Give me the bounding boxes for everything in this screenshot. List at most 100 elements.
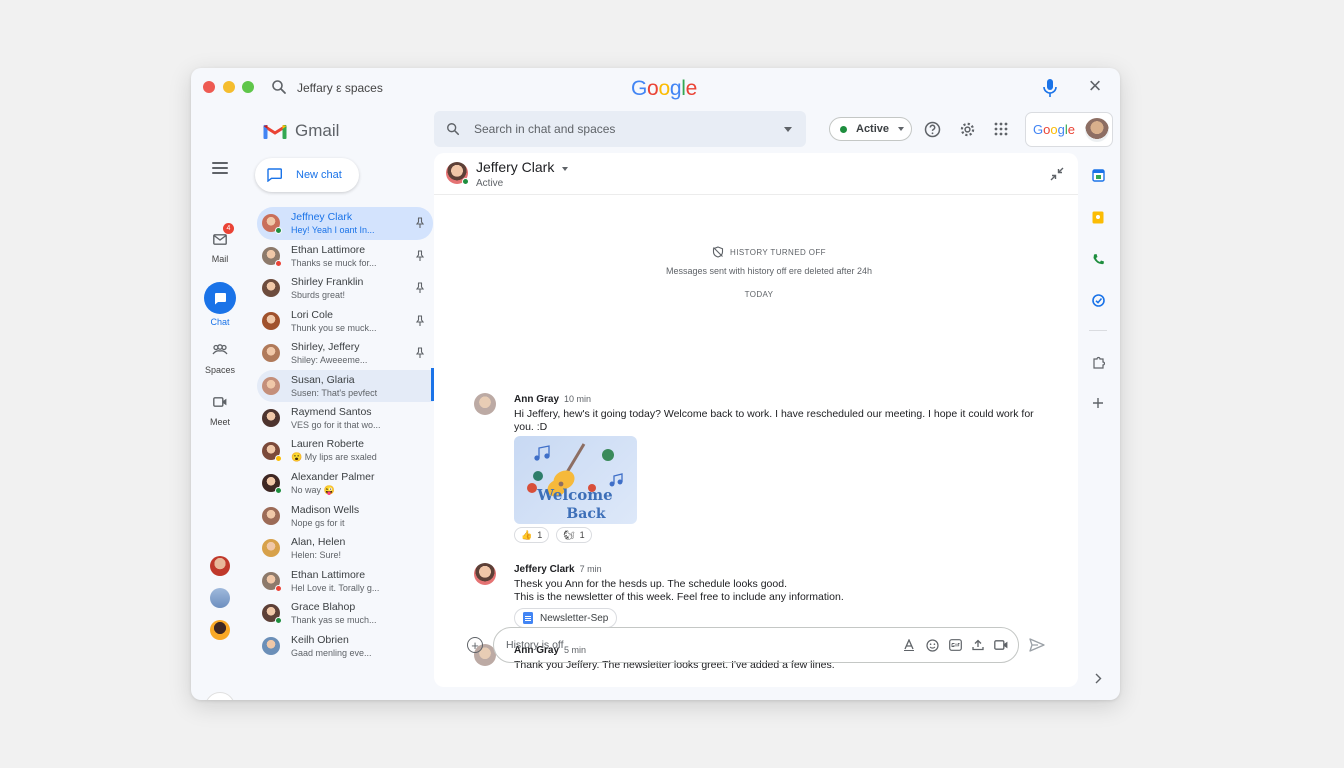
- avatar[interactable]: [210, 588, 230, 608]
- add-plus-icon[interactable]: [1091, 396, 1105, 410]
- close-icon[interactable]: ×: [1085, 75, 1105, 97]
- account-avatar: [1084, 117, 1109, 142]
- avatar[interactable]: [210, 556, 230, 576]
- welcome-back-image[interactable]: Welcome Back: [514, 436, 637, 524]
- pin-icon[interactable]: [415, 249, 425, 262]
- conversation-list: Jeffney Clark Hey! Yeah I oant In... Ethan…: [257, 207, 433, 662]
- main-menu-icon[interactable]: [212, 162, 228, 174]
- conversation-item[interactable]: Raymend Santos VES go for it that wo...: [257, 402, 433, 435]
- avatar[interactable]: [474, 563, 496, 585]
- conversation-item[interactable]: Lauren Roberte 😮 My lips are sxaled: [257, 435, 433, 468]
- conversation-name: Alexander Palmer: [291, 470, 375, 483]
- chevron-down-icon[interactable]: [562, 167, 568, 171]
- rail-item-spaces[interactable]: Spaces: [195, 338, 245, 375]
- phone-icon[interactable]: [1091, 252, 1105, 266]
- settings-gear-icon[interactable]: [958, 120, 976, 138]
- pin-icon[interactable]: [415, 347, 425, 359]
- avatar: [262, 474, 282, 495]
- decorative-circle: [527, 483, 537, 493]
- avatar: [262, 279, 280, 298]
- conversation-item[interactable]: Susan, Glaria Susen: That's pevfect: [257, 369, 433, 402]
- conversation-item[interactable]: Lori Cole Thunk you se muck...: [257, 305, 433, 338]
- reactions: 👍 1 🐿 1: [514, 527, 592, 543]
- reaction-chip[interactable]: 🐿 1: [556, 527, 592, 543]
- history-note: Messages sent with history off ere delet…: [666, 266, 872, 276]
- pin-icon[interactable]: [415, 282, 425, 294]
- format-text-icon[interactable]: [902, 638, 916, 652]
- chat-search-bar[interactable]: Search in chat and spaces: [434, 111, 806, 147]
- reaction-count: 1: [537, 530, 543, 540]
- microphone-icon[interactable]: [1041, 78, 1059, 98]
- chevron-right-icon[interactable]: [1091, 671, 1105, 685]
- history-notice: HISTORY TURNED OFF Messages sent with hi…: [434, 246, 1104, 276]
- search-icon[interactable]: [271, 79, 287, 95]
- conversation-item[interactable]: Ethan Lattimore Hel Love it. Torally g...: [257, 565, 433, 598]
- pin-icon[interactable]: [415, 217, 425, 229]
- message-time: 7 min: [579, 564, 602, 574]
- message-header: Jeffery Clark 7 min: [514, 564, 602, 575]
- addons-puzzle-icon[interactable]: [1091, 355, 1105, 369]
- minimize-window-button[interactable]: [223, 81, 235, 93]
- conversation-preview: Shiley: Aweeeme...: [291, 355, 368, 366]
- attachment-chip[interactable]: Newsletter-Sep: [514, 608, 618, 628]
- composer-toolbar: [902, 638, 1008, 652]
- conversation-item[interactable]: Shirley, Jeffery Shiley: Aweeeme...: [257, 337, 433, 370]
- rail-item-meet[interactable]: Meet: [195, 390, 245, 427]
- video-camera-icon: [213, 397, 227, 407]
- pin-icon[interactable]: [415, 314, 425, 327]
- divider: [1089, 330, 1107, 331]
- app-title: Gmail: [295, 121, 340, 140]
- conversation-preview: Hel Love it. Torally g...: [291, 582, 380, 593]
- conversation-name: Ethan Lattimore: [291, 243, 366, 256]
- conversation-item[interactable]: Alexander Palmer No way 😜: [257, 467, 433, 500]
- keep-notes-icon[interactable]: [1091, 210, 1105, 224]
- message-header: Ann Gray 10 min: [514, 394, 591, 405]
- calendar-icon[interactable]: [1091, 168, 1105, 182]
- search-input[interactable]: Search in chat and spaces: [474, 122, 784, 136]
- avatar[interactable]: [474, 393, 496, 415]
- search-options-chevron-icon[interactable]: [784, 126, 792, 132]
- new-chat-button[interactable]: New chat: [255, 158, 359, 192]
- message-composer[interactable]: History is off: [493, 627, 1019, 663]
- window-search-query[interactable]: Jeffary ε spaces: [297, 81, 383, 95]
- apps-grid-icon[interactable]: [992, 120, 1010, 138]
- new-chat-label: New chat: [296, 169, 342, 181]
- presence-dot: [275, 487, 282, 495]
- conversation-preview: VES go for it that wo...: [291, 420, 381, 431]
- welcome-text: Welcome: [536, 486, 612, 504]
- status-dropdown[interactable]: Active: [829, 117, 912, 141]
- title-bar: Jeffary ε spaces Google ×: [191, 68, 1120, 106]
- maximize-window-button[interactable]: [242, 81, 254, 93]
- conversation-preview: Sburds great!: [291, 290, 346, 301]
- conversation-item[interactable]: Keilh Obrien Gaad menling eve...: [257, 630, 433, 663]
- contact-name[interactable]: Jeffery Clark: [476, 159, 554, 175]
- new-message-icon[interactable]: [205, 692, 235, 700]
- gif-icon[interactable]: [948, 638, 962, 652]
- upload-icon[interactable]: [971, 638, 985, 652]
- conversation-item[interactable]: Alan, Helen Helen: Sure!: [257, 532, 433, 565]
- message-time: 10 min: [564, 394, 592, 404]
- add-attachment-plus-icon[interactable]: +: [467, 637, 483, 653]
- rail-item-chat[interactable]: Chat: [195, 214, 245, 327]
- account-switcher[interactable]: Google: [1025, 112, 1113, 147]
- reaction-chip[interactable]: 👍 1: [514, 527, 550, 543]
- conversation-item[interactable]: Jeffney Clark Hey! Yeah I oant In...: [257, 207, 433, 240]
- gmail-logo-icon: [263, 124, 287, 139]
- send-icon[interactable]: [1029, 638, 1045, 652]
- collapse-icon[interactable]: [1050, 167, 1064, 181]
- avatar: [262, 246, 282, 267]
- conversation-item[interactable]: Shirley Franklin Sburds great!: [257, 272, 433, 305]
- video-call-icon[interactable]: [994, 638, 1008, 652]
- emoji-icon[interactable]: [925, 638, 939, 652]
- conversation-item[interactable]: Madison Wells Nope gs for it: [257, 500, 433, 533]
- message-input[interactable]: History is off: [506, 639, 902, 651]
- tasks-icon[interactable]: [1091, 293, 1105, 307]
- avatar[interactable]: [210, 620, 230, 640]
- conversation-item[interactable]: Ethan Lattimore Thanks se muck for...: [257, 240, 433, 273]
- conversation-item[interactable]: Grace Blahop Thank yas se much...: [257, 597, 433, 630]
- spaces-icon: [212, 344, 228, 355]
- close-window-button[interactable]: [203, 81, 215, 93]
- conversation-name: Grace Blahop: [291, 601, 356, 614]
- search-icon: [447, 123, 460, 136]
- help-icon[interactable]: [923, 120, 941, 138]
